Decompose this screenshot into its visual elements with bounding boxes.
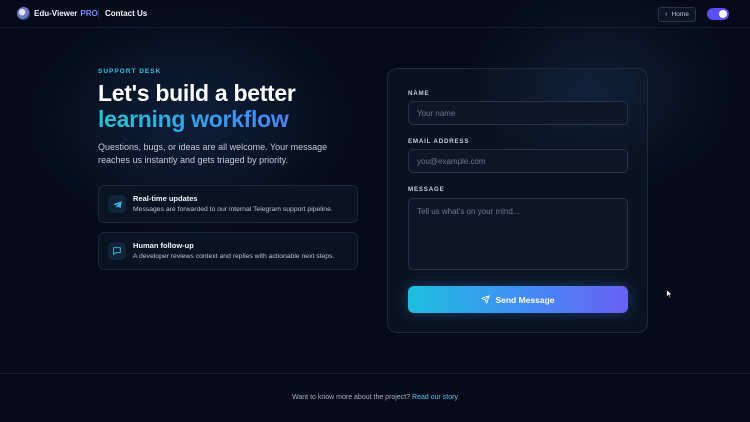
brand-pro-badge: PRO — [80, 9, 98, 18]
name-input[interactable] — [408, 101, 628, 125]
footer-divider — [0, 373, 750, 374]
nav-item-contact-us[interactable]: Contact Us — [105, 9, 147, 18]
feature-card-human-follow-up: Human follow-up A developer reviews cont… — [98, 232, 358, 270]
home-button[interactable]: ‹ Home — [658, 7, 696, 22]
brand-logo-icon — [17, 7, 30, 20]
feature-title: Real-time updates — [133, 194, 198, 203]
footer: Want to know more about the project? Rea… — [0, 394, 750, 401]
mouse-cursor-icon — [666, 289, 673, 299]
feature-description: Messages are forwarded to our internal T… — [133, 206, 333, 213]
home-button-label: Home — [671, 11, 689, 18]
top-navigation-bar: Edu-Viewer PRO Contact Us ‹ Home — [0, 0, 750, 28]
telegram-icon — [108, 195, 126, 213]
chat-icon — [108, 242, 126, 260]
contact-form-card: NAME EMAIL ADDRESS MESSAGE Send Message — [387, 68, 648, 333]
feature-description: A developer reviews context and replies … — [133, 253, 335, 260]
message-textarea[interactable] — [408, 198, 628, 270]
chevron-left-icon: ‹ — [665, 11, 668, 18]
footer-text: Want to know more about the project? — [292, 394, 411, 401]
brand-name: Edu-Viewer — [34, 9, 78, 18]
theme-toggle[interactable] — [707, 8, 729, 20]
nav-divider — [98, 9, 99, 19]
lead-paragraph: Questions, bugs, or ideas are all welcom… — [98, 142, 328, 165]
send-icon — [481, 295, 491, 304]
feature-title: Human follow-up — [133, 241, 194, 250]
message-field-label: MESSAGE — [408, 186, 445, 193]
read-our-story-link[interactable]: Read our story — [412, 394, 458, 401]
send-message-label: Send Message — [495, 294, 555, 305]
headline-line-1: Let's build a better — [98, 80, 296, 106]
theme-toggle-knob — [719, 10, 727, 18]
page-title: Let's build a better learning workflow — [98, 80, 378, 132]
eyebrow-label: SUPPORT DESK — [98, 68, 162, 75]
email-input[interactable] — [408, 149, 628, 173]
email-field-label: EMAIL ADDRESS — [408, 138, 470, 145]
headline-line-2: learning workflow — [98, 106, 378, 132]
feature-card-real-time-updates: Real-time updates Messages are forwarded… — [98, 185, 358, 223]
name-field-label: NAME — [408, 90, 430, 97]
brand[interactable]: Edu-Viewer PRO — [17, 7, 98, 20]
send-message-button[interactable]: Send Message — [408, 286, 628, 313]
